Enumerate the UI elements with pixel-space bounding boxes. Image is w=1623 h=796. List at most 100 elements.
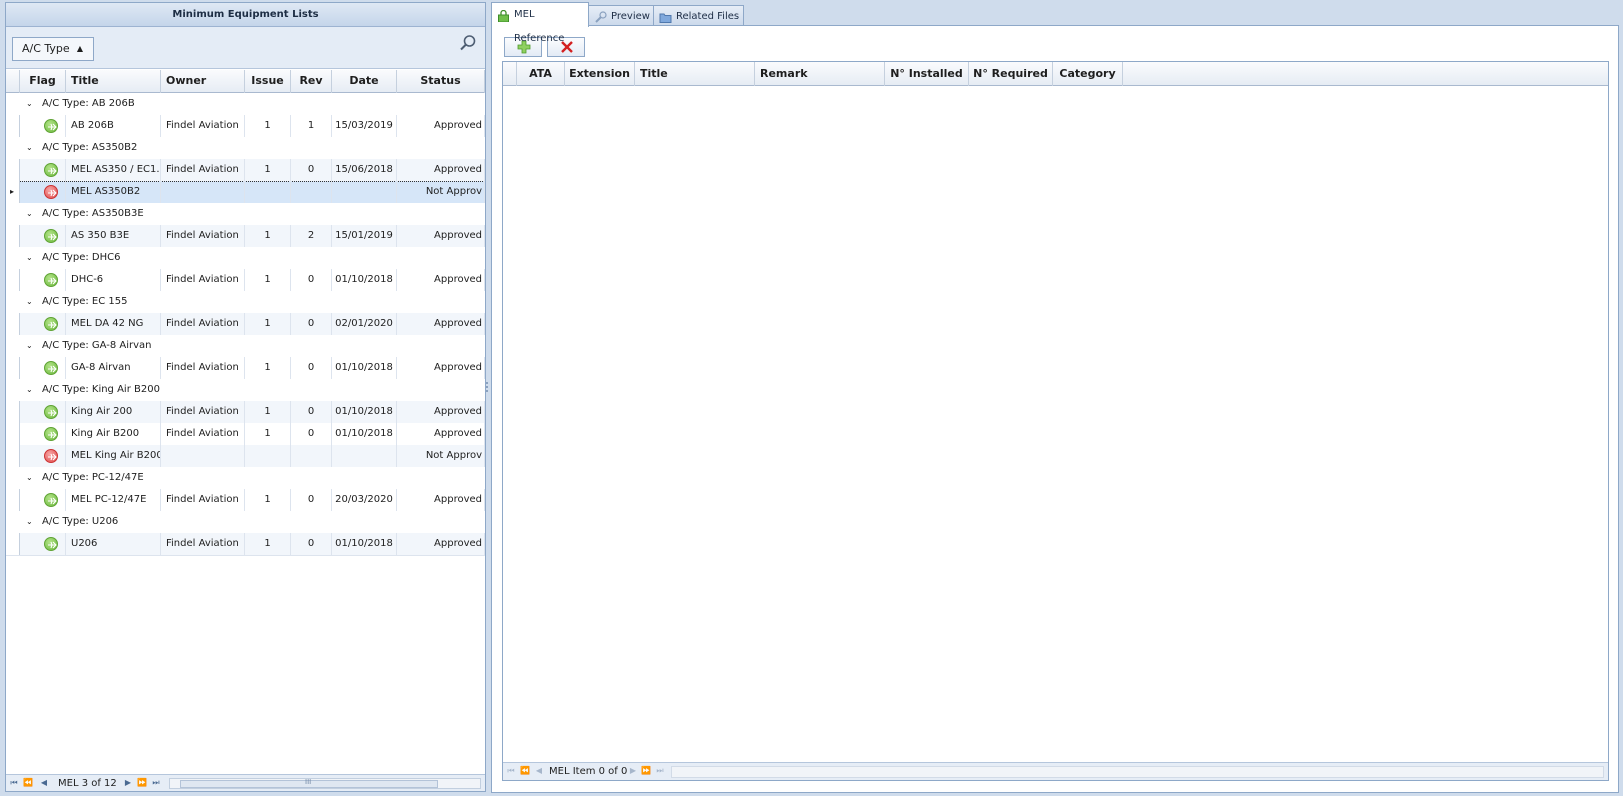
cell-status: Approved [397,533,485,555]
group-row[interactable]: ⌄ A/C Type: GA-8 Airvan [6,335,485,358]
search-icon[interactable] [459,34,477,52]
table-row[interactable]: DHC-6 Findel Aviation 1 0 01/10/2018 Approved [6,269,485,292]
column-header-title[interactable]: Title [66,70,161,93]
row-indicator[interactable] [6,115,20,137]
previous-record-icon[interactable]: ◀ [38,777,50,789]
column-header-status[interactable]: Status [397,70,485,93]
previous-record-icon[interactable]: ◀ [533,765,545,777]
cell-rev [291,445,332,467]
cell-status: Approved [397,357,485,379]
row-indicator[interactable] [6,313,20,335]
table-row[interactable]: MEL AS350 / EC1... Findel Aviation 1 0 15/06… [6,159,485,182]
first-record-icon[interactable]: ⏮ [505,765,517,777]
tab-mel-reference[interactable]: MEL Reference [491,2,589,44]
table-row[interactable]: GA-8 Airvan Findel Aviation 1 0 01/10/2018 Ap… [6,357,485,380]
row-indicator[interactable] [6,533,20,555]
cell-title: MEL DA 42 NG [66,313,161,335]
horizontal-scrollbar[interactable]: III [169,778,481,789]
column-header-rev[interactable]: Rev [291,70,332,93]
row-indicator[interactable] [6,225,20,247]
table-row[interactable]: AB 206B Findel Aviation 1 1 15/03/2019 Approv… [6,115,485,138]
group-row[interactable]: ⌄ A/C Type: AS350B2 [6,137,485,160]
cell-flag [20,159,66,181]
chevron-down-icon[interactable]: ⌄ [26,511,33,533]
horizontal-scrollbar[interactable] [671,766,1604,778]
column-header-remark[interactable]: Remark [755,62,885,86]
chevron-down-icon[interactable]: ⌄ [26,379,33,401]
previous-page-icon[interactable]: ⏪ [519,765,531,777]
table-row[interactable]: U206 Findel Aviation 1 0 01/10/2018 Approved [6,533,485,556]
column-header-date[interactable]: Date [332,70,397,93]
next-page-icon[interactable]: ⏩ [640,765,652,777]
cell-title: MEL PC-12/47E [66,489,161,511]
group-row[interactable]: ⌄ A/C Type: EC 155 [6,291,485,314]
row-indicator[interactable] [6,423,20,445]
row-indicator[interactable] [6,489,20,511]
next-record-icon[interactable]: ▶ [627,765,639,777]
last-record-icon[interactable]: ⏭ [150,777,162,789]
group-row-label: A/C Type: U206 [42,516,119,527]
last-record-icon[interactable]: ⏭ [654,765,666,777]
cell-title: MEL AS350 / EC1... [66,159,161,181]
table-row[interactable]: ▸ MEL AS350B2 Not Approv [6,181,485,204]
group-row[interactable]: ⌄ A/C Type: AS350B3E [6,203,485,226]
first-record-icon[interactable]: ⏮ [8,777,20,789]
row-indicator[interactable] [6,269,20,291]
group-row[interactable]: ⌄ A/C Type: DHC6 [6,247,485,270]
chevron-down-icon[interactable]: ⌄ [26,93,33,115]
cell-status: Approved [397,115,485,137]
column-header-category[interactable]: Category [1053,62,1123,86]
column-header-title[interactable]: Title [635,62,755,86]
scrollbar-thumb[interactable]: III [180,778,438,788]
table-row[interactable]: AS 350 B3E Findel Aviation 1 2 15/01/2019 App… [6,225,485,248]
chevron-down-icon[interactable]: ⌄ [26,137,33,159]
column-header-extension[interactable]: Extension [565,62,635,86]
mel-items-grid-header: ATA Extension Title Remark N° Installed … [503,62,1608,86]
cell-title: MEL AS350B2 [66,181,161,203]
chevron-down-icon[interactable]: ⌄ [26,291,33,313]
tab-preview[interactable]: Preview [588,5,654,27]
group-row[interactable]: ⌄ A/C Type: PC-12/47E [6,467,485,490]
cell-date: 01/10/2018 [332,423,397,445]
cell-status: Approved [397,313,485,335]
cell-owner: Findel Aviation [161,489,245,511]
column-header-required[interactable]: N° Required [969,62,1053,86]
column-header-owner[interactable]: Owner [161,70,245,93]
tab-related-files[interactable]: Related Files [653,5,744,27]
scrollbar-grip: III [305,778,312,786]
row-indicator[interactable] [6,159,20,181]
group-row[interactable]: ⌄ A/C Type: AB 206B [6,93,485,116]
group-by-ac-type-chip[interactable]: A/C Type ▲ [12,37,94,61]
table-row[interactable]: MEL DA 42 NG Findel Aviation 1 0 02/01/2020 A… [6,313,485,336]
chevron-down-icon[interactable]: ⌄ [26,247,33,269]
group-row[interactable]: ⌄ A/C Type: King Air B200 [6,379,485,402]
next-record-icon[interactable]: ▶ [122,777,134,789]
record-count: MEL 3 of 12 [58,778,117,789]
cell-flag [20,225,66,247]
cell-rev: 0 [291,423,332,445]
cell-owner: Findel Aviation [161,269,245,291]
table-row[interactable]: King Air B200 Findel Aviation 1 0 01/10/2018… [6,423,485,446]
column-header-flag[interactable]: Flag [20,70,66,93]
group-row-label: A/C Type: AS350B2 [42,142,138,153]
panel-splitter[interactable] [486,380,489,394]
row-indicator[interactable]: ▸ [6,181,20,203]
column-header-ata[interactable]: ATA [517,62,565,86]
chevron-down-icon[interactable]: ⌄ [26,203,33,225]
previous-page-icon[interactable]: ⏪ [22,777,34,789]
table-row[interactable]: MEL King Air B200 Not Approv [6,445,485,468]
group-row[interactable]: ⌄ A/C Type: U206 [6,511,485,534]
row-indicator[interactable] [6,357,20,379]
chevron-down-icon[interactable]: ⌄ [26,335,33,357]
column-header-issue[interactable]: Issue [245,70,291,93]
chevron-down-icon[interactable]: ⌄ [26,467,33,489]
next-page-icon[interactable]: ⏩ [136,777,148,789]
table-row[interactable]: King Air 200 Findel Aviation 1 0 01/10/2018 A… [6,401,485,424]
column-header-installed[interactable]: N° Installed [885,62,969,86]
cell-flag [20,115,66,137]
table-row[interactable]: MEL PC-12/47E Findel Aviation 1 0 20/03/2020… [6,489,485,512]
cell-rev: 0 [291,269,332,291]
approved-flag-icon [44,119,58,133]
row-indicator[interactable] [6,445,20,467]
row-indicator[interactable] [6,401,20,423]
